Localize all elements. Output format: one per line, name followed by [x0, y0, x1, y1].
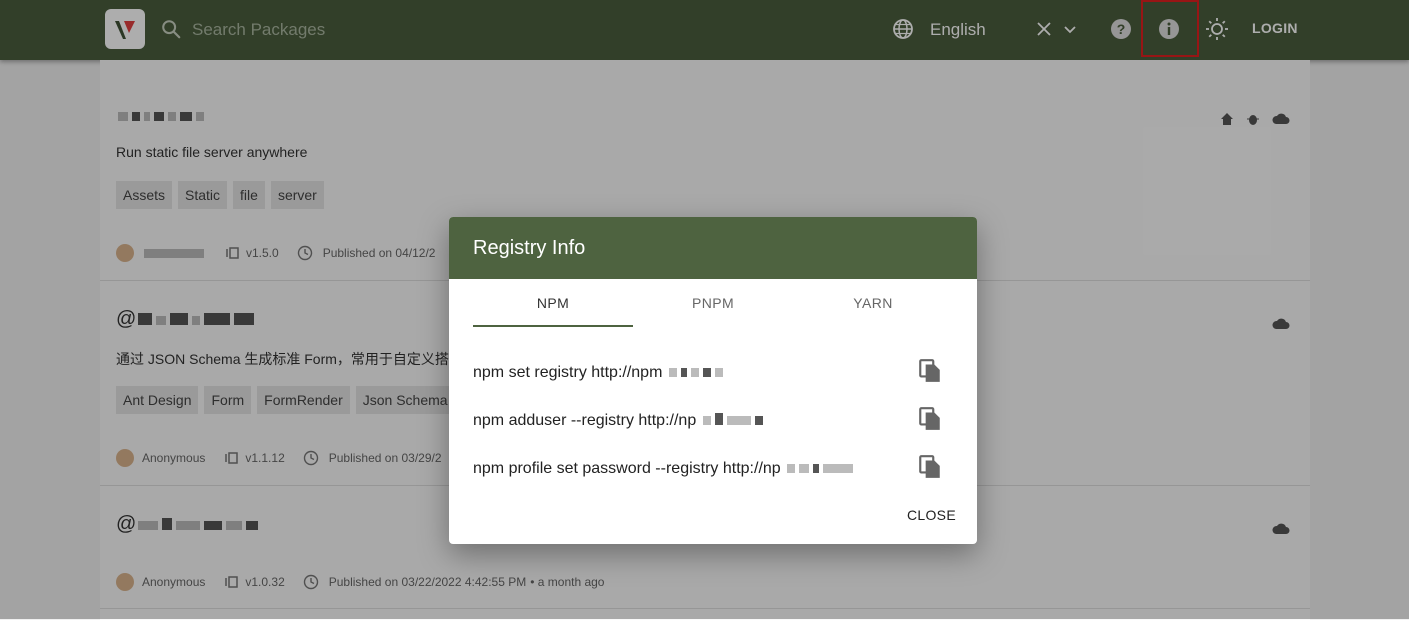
command-row: npm profile set password --registry http…	[473, 454, 943, 484]
tab-indicator	[473, 325, 633, 327]
registry-tabs: NPM PNPM YARN	[473, 279, 953, 327]
close-button[interactable]: CLOSE	[907, 507, 956, 523]
tab-pnpm[interactable]: PNPM	[633, 279, 793, 327]
command-text: npm set registry http://npm	[473, 364, 725, 382]
copy-icon[interactable]	[917, 454, 943, 480]
registry-info-dialog: Registry Info NPM PNPM YARN npm set regi…	[449, 217, 977, 544]
command-row: npm adduser --registry http://np	[473, 406, 943, 436]
dialog-title: Registry Info	[473, 237, 586, 259]
tab-yarn[interactable]: YARN	[793, 279, 953, 327]
copy-icon[interactable]	[917, 406, 943, 432]
dialog-header: Registry Info	[449, 217, 977, 279]
command-text: npm profile set password --registry http…	[473, 460, 855, 478]
tab-npm[interactable]: NPM	[473, 279, 633, 327]
command-text: npm adduser --registry http://np	[473, 412, 765, 430]
command-row: npm set registry http://npm	[473, 358, 943, 388]
copy-icon[interactable]	[917, 358, 943, 384]
